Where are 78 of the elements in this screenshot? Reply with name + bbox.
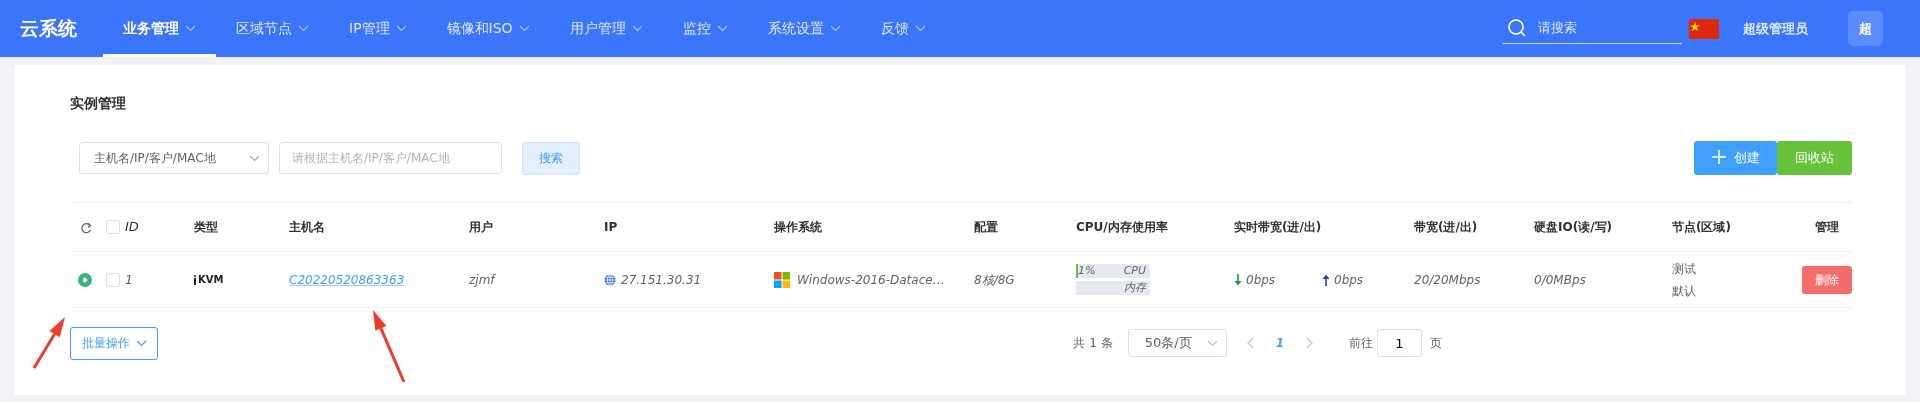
user-avatar[interactable]: 超 <box>1848 11 1883 46</box>
delete-button[interactable]: 删除 <box>1802 265 1852 294</box>
chevron-down-icon <box>185 25 196 32</box>
chevron-down-icon <box>631 25 643 32</box>
nav-menu-item[interactable]: 镜像和ISO <box>426 0 550 57</box>
chevron-down-icon <box>716 25 728 32</box>
table-cell-text: KVM <box>198 273 224 287</box>
cpu-meter: 1% CPU <box>1076 264 1150 278</box>
app-logo: 云系统 <box>20 16 77 42</box>
recycle-bin-button[interactable]: 回收站 <box>1777 141 1852 175</box>
plus-icon <box>1711 150 1726 165</box>
table-cell: 0/0MBps <box>1534 272 1586 287</box>
table-cell: zjmf <box>469 272 495 287</box>
up-arrow-icon <box>1322 273 1330 286</box>
chevron-down-icon <box>518 25 530 32</box>
table-cell-text: 测试 <box>1672 260 1697 278</box>
goto-label: 前往 <box>1349 335 1373 352</box>
select-all-checkbox[interactable] <box>106 220 120 234</box>
column-header: 主机名 <box>289 220 325 234</box>
page-jump-field[interactable]: 1 <box>1377 329 1422 357</box>
nav-menu-item[interactable]: 系统设置 <box>747 0 861 57</box>
search-field[interactable]: 请搜索 <box>1536 17 1666 39</box>
down-arrow-icon <box>1234 273 1242 286</box>
table-cell: 8核/8G <box>974 272 1015 287</box>
flag-icon[interactable] <box>1689 18 1719 39</box>
search-button[interactable]: 搜索 <box>522 141 580 175</box>
column-header: IP <box>604 220 618 234</box>
table-cell: 20/20Mbps <box>1414 272 1481 287</box>
table-cell-text: 默认 <box>1672 282 1697 300</box>
column-header: 配置 <box>974 220 998 234</box>
hostname-link[interactable]: C20220520863363 <box>289 272 405 287</box>
previous-page-icon[interactable] <box>1246 337 1254 349</box>
nav-menu-item[interactable]: 业务管理 <box>103 0 216 57</box>
nav-menu-item[interactable]: 用户管理 <box>549 0 663 57</box>
globe-icon <box>604 273 616 286</box>
column-header: ID <box>125 218 139 237</box>
table-cell-text: 0bps <box>1334 271 1364 289</box>
user-name[interactable]: 超级管理员 <box>1743 18 1808 39</box>
column-header: 节点(区域) <box>1672 220 1731 234</box>
column-header: 用户 <box>469 220 493 234</box>
search-icon <box>1508 19 1526 37</box>
page-size-select[interactable]: 50条/页 <box>1127 329 1227 357</box>
total-count: 共 1 条 <box>1073 335 1113 352</box>
chevron-down-icon <box>914 25 926 32</box>
column-header: 操作系统 <box>774 220 822 234</box>
memory-meter: 内存 <box>1076 281 1150 295</box>
page-unit-label: 页 <box>1430 335 1442 352</box>
next-page-icon[interactable] <box>1306 337 1313 349</box>
column-header: 带宽(进/出) <box>1414 220 1478 234</box>
field-select[interactable]: 主机名/IP/客户/MAC地 <box>79 142 269 174</box>
chevron-down-icon <box>395 25 407 32</box>
table-cell-text: 1 <box>125 271 133 289</box>
table-cell-text: 27.151.30.31 <box>621 271 702 289</box>
column-header: 管理 <box>1815 220 1839 234</box>
chevron-down-icon <box>135 339 147 347</box>
batch-actions-button[interactable]: 批量操作 <box>70 326 158 360</box>
column-header: CPU/内存使用率 <box>1076 220 1168 234</box>
refresh-icon[interactable] <box>80 221 92 234</box>
table-cell-text: 0bps <box>1246 271 1277 289</box>
play-icon[interactable] <box>78 273 92 287</box>
nav-menu-item[interactable]: IP管理 <box>329 0 427 57</box>
chevron-down-icon <box>1206 339 1218 347</box>
search-input[interactable]: 请根据主机名/IP/客户/MAC地 <box>279 142 502 174</box>
column-header: 类型 <box>194 220 218 234</box>
column-header: 实时带宽(进/出) <box>1234 220 1322 234</box>
column-header: 硬盘IO(读/写) <box>1534 220 1613 234</box>
chevron-down-icon <box>298 25 309 32</box>
table-cell-text: Windows-2016-Datace… <box>797 271 945 289</box>
nav-menu-item[interactable]: 监控 <box>662 0 748 57</box>
chevron-down-icon <box>249 154 260 162</box>
windows-logo-icon <box>774 271 790 288</box>
page-title: 实例管理 <box>70 94 127 113</box>
row-checkbox[interactable] <box>106 272 120 287</box>
nav-menu-item[interactable]: 反馈 <box>860 0 946 57</box>
chevron-down-icon <box>829 25 841 32</box>
nav-menu-item[interactable]: 区域节点 <box>216 0 329 57</box>
create-button[interactable]: 创建 <box>1694 141 1777 175</box>
page-number[interactable]: 1 <box>1253 334 1306 352</box>
